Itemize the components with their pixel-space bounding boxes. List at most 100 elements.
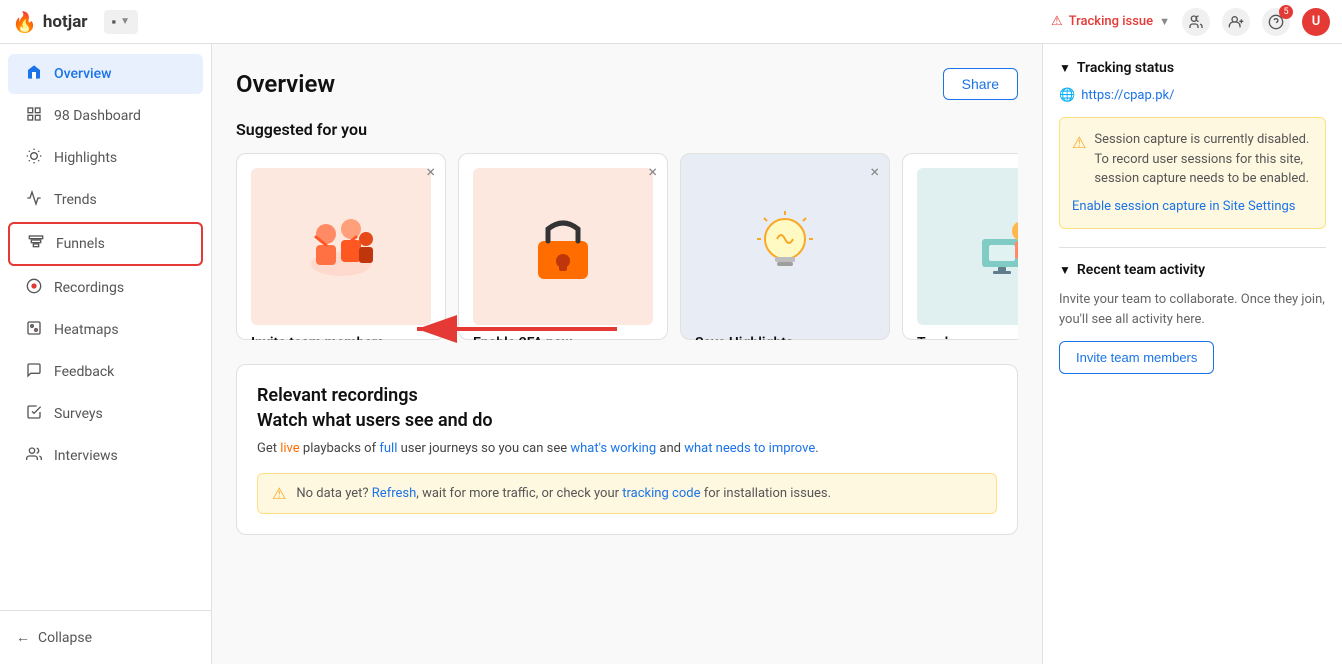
no-data-text: No data yet? Refresh, wait for more traf…	[296, 486, 831, 501]
improve-text: what needs to improve	[684, 441, 815, 456]
sidebar-label-heatmaps: Heatmaps	[54, 322, 119, 338]
card-track-title: Track user a…	[917, 335, 1018, 340]
card-track-illustration	[917, 168, 1018, 325]
working-text: what's working	[570, 441, 656, 456]
recordings-icon	[24, 278, 44, 298]
sidebar-item-heatmaps[interactable]: Heatmaps	[8, 310, 203, 350]
suggestion-cards: ×	[236, 153, 1018, 340]
recordings-section: Relevant recordings Watch what users see…	[236, 364, 1018, 535]
site-name: ▪	[112, 14, 117, 30]
activity-chevron-icon: ▼	[1059, 263, 1071, 277]
recent-activity-section: ▼ Recent team activity Invite your team …	[1059, 262, 1326, 374]
tracking-code-link[interactable]: tracking code	[622, 486, 700, 501]
card-invite-close[interactable]: ×	[426, 164, 435, 180]
card-highlights-close[interactable]: ×	[870, 164, 879, 180]
sidebar-label-trends: Trends	[54, 192, 97, 208]
share-button[interactable]: Share	[943, 68, 1018, 100]
tracking-status-label: Tracking status	[1077, 60, 1174, 76]
card-invite: ×	[236, 153, 446, 340]
sidebar-label-interviews: Interviews	[54, 448, 118, 464]
sidebar-label-overview: Overview	[54, 66, 111, 82]
sidebar-item-trends[interactable]: Trends	[8, 180, 203, 220]
heatmaps-icon	[24, 320, 44, 340]
sidebar-label-feedback: Feedback	[54, 364, 114, 380]
dropdown-icon: ▼	[120, 16, 130, 27]
card-2fa: × Enable 2FA now Two-factor	[458, 153, 668, 340]
tracking-issue-label: Tracking issue	[1069, 14, 1153, 29]
collapse-icon: ←	[16, 629, 30, 646]
home-icon	[24, 64, 44, 84]
surveys-icon	[24, 404, 44, 424]
chevron-down-icon: ▼	[1159, 15, 1170, 28]
sidebar-label-dashboard: 98 Dashboard	[54, 108, 141, 124]
feedback-icon	[24, 362, 44, 382]
site-selector[interactable]: ▪ ▼	[104, 10, 139, 34]
card-highlights-illustration	[695, 168, 875, 325]
watch-title: Watch what users see and do	[257, 410, 997, 431]
collapse-button[interactable]: ← Collapse	[0, 619, 211, 656]
sidebar-item-surveys[interactable]: Surveys	[8, 394, 203, 434]
sidebar-item-dashboard[interactable]: 98 Dashboard	[8, 96, 203, 136]
banner-warning-icon: ⚠	[272, 484, 286, 503]
notification-count: 5	[1279, 5, 1293, 19]
help-icon-button[interactable]: 5	[1262, 8, 1290, 36]
recordings-section-title: Relevant recordings	[257, 385, 997, 406]
warning-triangle-icon: ⚠	[1072, 131, 1086, 189]
card-2fa-illustration	[473, 168, 653, 325]
warning-row: ⚠ Session capture is currently disabled.…	[1072, 130, 1313, 189]
warning-icon: ⚠	[1051, 14, 1063, 29]
logo-text: hotjar	[43, 12, 88, 32]
flame-icon: 🔥	[12, 10, 37, 34]
full-text: full	[379, 441, 397, 456]
invite-team-members-button[interactable]: Invite team members	[1059, 341, 1214, 374]
app-container: 🔥 hotjar ▪ ▼ ⚠ Tracking issue ▼ 5 U	[0, 0, 1342, 664]
top-bar: 🔥 hotjar ▪ ▼ ⚠ Tracking issue ▼ 5 U	[0, 0, 1342, 44]
live-text: live	[280, 441, 299, 456]
sidebar-label-surveys: Surveys	[54, 406, 103, 422]
sidebar-item-funnels[interactable]: Funnels	[8, 222, 203, 266]
sidebar: Overview 98 Dashboard Highlights	[0, 44, 212, 664]
recent-activity-desc: Invite your team to collaborate. Once th…	[1059, 290, 1326, 329]
user-avatar[interactable]: U	[1302, 8, 1330, 36]
tracking-chevron-icon: ▼	[1059, 61, 1071, 75]
top-bar-right: ⚠ Tracking issue ▼ 5 U	[1051, 8, 1330, 36]
sidebar-item-recordings[interactable]: Recordings	[8, 268, 203, 308]
sidebar-label-funnels: Funnels	[56, 236, 105, 252]
collapse-label: Collapse	[38, 630, 92, 646]
recent-activity-header[interactable]: ▼ Recent team activity	[1059, 262, 1326, 278]
collaborate-icon-button[interactable]	[1182, 8, 1210, 36]
suggested-section-title: Suggested for you	[236, 120, 1018, 139]
refresh-link[interactable]: Refresh	[372, 486, 416, 501]
card-highlights: ×	[680, 153, 890, 340]
recordings-desc: Get live playbacks of full user journeys…	[257, 439, 997, 459]
card-invite-title: Invite team members	[251, 335, 431, 340]
globe-icon: 🌐	[1059, 88, 1075, 103]
tracking-url[interactable]: 🌐 https://cpap.pk/	[1059, 88, 1326, 103]
sidebar-item-interviews[interactable]: Interviews	[8, 436, 203, 476]
page-header: Overview Share	[236, 68, 1018, 100]
dashboard-icon	[24, 106, 44, 126]
recent-activity-label: Recent team activity	[1077, 262, 1205, 278]
session-capture-warning: ⚠ Session capture is currently disabled.…	[1059, 117, 1326, 229]
tracking-status-header[interactable]: ▼ Tracking status	[1059, 60, 1326, 76]
warning-text: Session capture is currently disabled. T…	[1094, 130, 1313, 189]
tracking-issue-button[interactable]: ⚠ Tracking issue ▼	[1051, 14, 1170, 29]
funnels-icon	[26, 234, 46, 254]
card-2fa-close[interactable]: ×	[648, 164, 657, 180]
card-highlights-title: Save Highlights	[695, 335, 875, 340]
tracking-url-text: https://cpap.pk/	[1081, 88, 1174, 103]
card-2fa-title: Enable 2FA now	[473, 335, 653, 340]
sidebar-item-feedback[interactable]: Feedback	[8, 352, 203, 392]
card-track: × Track	[902, 153, 1018, 340]
add-user-icon-button[interactable]	[1222, 8, 1250, 36]
sidebar-item-highlights[interactable]: Highlights	[8, 138, 203, 178]
enable-session-capture-link[interactable]: Enable session capture in Site Settings	[1072, 197, 1313, 217]
hotjar-logo[interactable]: 🔥 hotjar	[12, 10, 88, 34]
right-panel: ▼ Tracking status 🌐 https://cpap.pk/ ⚠ S…	[1042, 44, 1342, 664]
sidebar-item-overview[interactable]: Overview	[8, 54, 203, 94]
sidebar-label-highlights: Highlights	[54, 150, 117, 166]
interviews-icon	[24, 446, 44, 466]
card-invite-illustration	[251, 168, 431, 325]
page-title: Overview	[236, 70, 335, 98]
no-data-banner: ⚠ No data yet? Refresh, wait for more tr…	[257, 473, 997, 514]
